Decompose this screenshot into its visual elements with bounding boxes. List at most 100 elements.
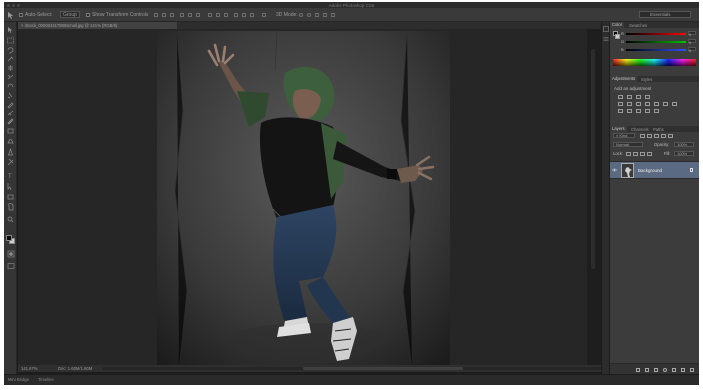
align-horizontal-center-icon[interactable] bbox=[188, 12, 192, 17]
align-right-icon[interactable] bbox=[196, 12, 200, 17]
bottom-panel-bar: Mini Bridge Timeline bbox=[4, 374, 699, 385]
tab-styles[interactable]: Styles bbox=[641, 77, 652, 82]
distribute-right-icon[interactable] bbox=[250, 12, 254, 17]
lock-position-icon[interactable] bbox=[640, 151, 645, 156]
distribute-top-icon[interactable] bbox=[208, 12, 212, 17]
vertical-scrollbar[interactable] bbox=[587, 29, 601, 371]
opacity-field[interactable]: 100% bbox=[674, 142, 694, 147]
color-panel-background[interactable] bbox=[615, 34, 620, 39]
green-slider[interactable] bbox=[626, 41, 686, 43]
invert-icon[interactable] bbox=[618, 109, 623, 113]
channel-mixer-icon[interactable] bbox=[663, 102, 668, 106]
zoom-level[interactable]: 141.67% bbox=[21, 365, 38, 372]
tab-adjustments[interactable]: Adjustments bbox=[610, 76, 638, 82]
posterize-icon[interactable] bbox=[627, 109, 632, 113]
distribute-horizontal-center-icon[interactable] bbox=[242, 12, 246, 17]
blue-value-field[interactable]: 0 bbox=[688, 47, 696, 53]
auto-select-target-dropdown[interactable]: Group bbox=[60, 11, 80, 18]
screen-mode-icon[interactable] bbox=[7, 262, 15, 270]
tab-color[interactable]: Color bbox=[610, 22, 625, 28]
tab-mini-bridge[interactable]: Mini Bridge bbox=[8, 377, 29, 382]
lock-transparent-pixels-icon[interactable] bbox=[626, 151, 631, 156]
hue-saturation-icon[interactable] bbox=[627, 102, 632, 106]
selective-color-icon[interactable] bbox=[654, 109, 659, 113]
black-white-icon[interactable] bbox=[645, 102, 650, 106]
3d-pan-icon[interactable] bbox=[315, 12, 319, 17]
layer-mask-icon[interactable] bbox=[654, 367, 658, 372]
link-layers-icon[interactable] bbox=[636, 367, 640, 372]
tab-channels[interactable]: Channels bbox=[631, 127, 649, 132]
auto-align-layers-icon[interactable] bbox=[262, 12, 266, 17]
move-tool-icon[interactable] bbox=[7, 11, 16, 19]
blend-mode-dropdown[interactable]: Normal bbox=[613, 142, 643, 147]
layer-thumbnail bbox=[621, 163, 634, 178]
filter-pixel-icon[interactable] bbox=[640, 133, 645, 138]
layer-style-icon[interactable] bbox=[645, 367, 649, 372]
distribute-left-icon[interactable] bbox=[234, 12, 238, 17]
layer-row-background[interactable]: Background bbox=[610, 161, 699, 179]
history-panel-icon[interactable] bbox=[603, 26, 609, 32]
tab-swatches[interactable]: Swatches bbox=[629, 23, 647, 28]
color-balance-icon[interactable] bbox=[636, 102, 641, 106]
vibrance-icon[interactable] bbox=[618, 102, 623, 106]
filter-adjustment-icon[interactable] bbox=[647, 133, 652, 138]
filter-shape-icon[interactable] bbox=[661, 133, 666, 138]
lock-image-pixels-icon[interactable] bbox=[633, 151, 638, 156]
brightness-contrast-icon[interactable] bbox=[618, 95, 623, 99]
red-value-field[interactable]: 0 bbox=[688, 31, 696, 37]
document-image[interactable] bbox=[157, 31, 450, 371]
layers-panel-tabs: Layers Channels Paths bbox=[610, 126, 699, 132]
workspace-switcher[interactable]: Essentials bbox=[639, 11, 691, 18]
filter-kind-dropdown[interactable]: ⌕ Kind bbox=[613, 133, 635, 138]
distribute-vertical-center-icon[interactable] bbox=[216, 12, 220, 17]
filter-smart-object-icon[interactable] bbox=[668, 133, 673, 138]
exposure-icon[interactable] bbox=[645, 95, 650, 99]
curves-icon[interactable] bbox=[636, 95, 641, 99]
tab-layers[interactable]: Layers bbox=[610, 126, 627, 132]
horizontal-scrollbar[interactable] bbox=[103, 367, 601, 370]
eye-icon[interactable] bbox=[612, 168, 617, 172]
color-lookup-icon[interactable] bbox=[672, 102, 677, 106]
new-layer-icon[interactable] bbox=[681, 367, 685, 372]
document-size-info[interactable]: Doc: 1.60M/1.60M bbox=[58, 365, 92, 372]
3d-scale-icon[interactable] bbox=[331, 12, 335, 17]
gradient-map-icon[interactable] bbox=[645, 109, 650, 113]
foreground-color-swatch[interactable] bbox=[6, 235, 12, 241]
lock-all-icon[interactable] bbox=[647, 151, 652, 156]
horizontal-scroll-thumb[interactable] bbox=[303, 367, 463, 370]
auto-select-checkbox[interactable] bbox=[19, 12, 23, 17]
new-group-icon[interactable] bbox=[672, 367, 676, 372]
channel-r-label: R bbox=[621, 31, 624, 36]
align-left-icon[interactable] bbox=[180, 12, 184, 17]
fill-field[interactable]: 100% bbox=[674, 151, 694, 156]
align-bottom-icon[interactable] bbox=[170, 12, 174, 17]
tab-paths[interactable]: Paths bbox=[653, 127, 664, 132]
levels-icon[interactable] bbox=[627, 95, 632, 99]
show-transform-checkbox[interactable] bbox=[86, 12, 90, 17]
vertical-scroll-thumb[interactable] bbox=[591, 49, 595, 269]
red-slider[interactable] bbox=[626, 33, 686, 35]
3d-roll-icon[interactable] bbox=[307, 12, 311, 17]
quick-mask-icon[interactable] bbox=[7, 250, 15, 258]
window-title: Adobe Photoshop CS6 bbox=[328, 2, 375, 8]
document-tab[interactable]: × iStock_000004417805Small.jpg @ 141% (R… bbox=[18, 22, 178, 29]
3d-slide-icon[interactable] bbox=[323, 12, 327, 17]
tab-timeline[interactable]: Timeline bbox=[38, 377, 54, 382]
filter-type-icon[interactable] bbox=[654, 133, 659, 138]
new-adjustment-layer-icon[interactable] bbox=[663, 367, 667, 372]
threshold-icon[interactable] bbox=[636, 109, 641, 113]
distribute-bottom-icon[interactable] bbox=[224, 12, 228, 17]
properties-panel-icon[interactable] bbox=[603, 36, 609, 42]
layer-name[interactable]: Background bbox=[638, 168, 662, 173]
canvas-area[interactable] bbox=[18, 29, 587, 371]
3d-rotate-icon[interactable] bbox=[299, 12, 303, 17]
lock-label: Lock: bbox=[613, 151, 624, 156]
show-transform-label: Show Transform Controls bbox=[92, 11, 149, 18]
photo-filter-icon[interactable] bbox=[654, 102, 659, 106]
align-top-icon[interactable] bbox=[154, 12, 158, 17]
color-spectrum-bar[interactable] bbox=[613, 59, 696, 66]
delete-layer-icon[interactable] bbox=[690, 367, 694, 372]
green-value-field[interactable]: 0 bbox=[688, 39, 696, 45]
blue-slider[interactable] bbox=[626, 49, 686, 51]
align-vertical-center-icon[interactable] bbox=[162, 12, 166, 17]
